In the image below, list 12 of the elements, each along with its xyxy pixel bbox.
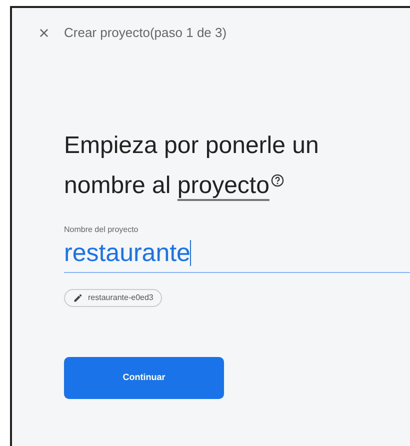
project-name-field[interactable]: Nombre del proyecto restaurante [64, 224, 410, 273]
project-id-text: restaurante-e0ed3 [88, 292, 154, 304]
help-icon[interactable] [271, 174, 284, 187]
dialog-title: Crear proyecto(paso 1 de 3) [64, 24, 227, 42]
close-button[interactable]: × [36, 24, 52, 42]
heading-link[interactable]: proyecto [177, 172, 270, 199]
pencil-icon [73, 293, 83, 303]
field-label: Nombre del proyecto [64, 224, 140, 236]
heading: Empieza por ponerle un nombre al proyecto [64, 131, 320, 201]
project-id-chip[interactable]: restaurante-e0ed3 [64, 289, 162, 307]
continue-button[interactable]: Continuar [64, 357, 224, 399]
field-value: restaurante [64, 238, 190, 269]
